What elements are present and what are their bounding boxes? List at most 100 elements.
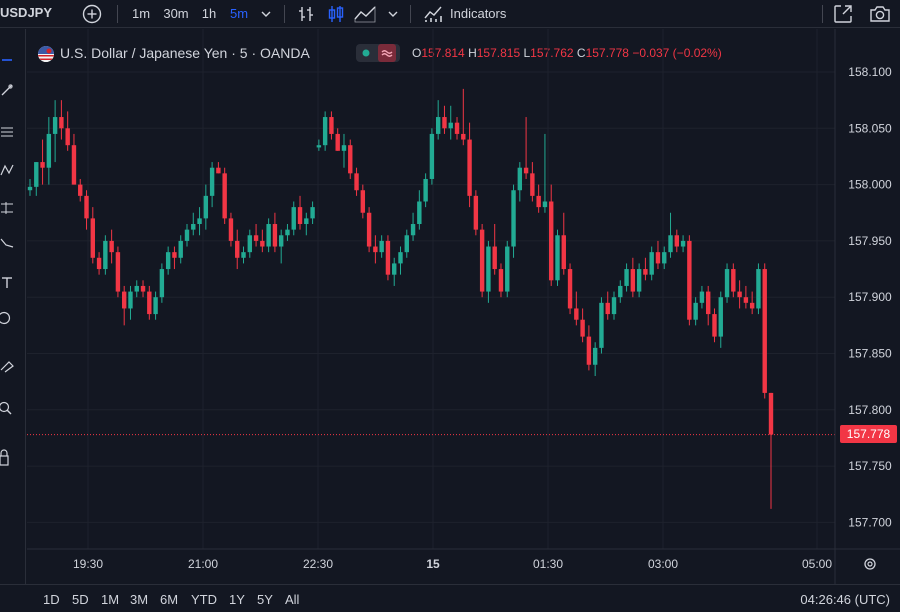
candle-up[interactable]: [668, 235, 673, 253]
candle-down[interactable]: [354, 173, 359, 191]
candle-down[interactable]: [479, 229, 485, 292]
candle-down[interactable]: [492, 246, 497, 270]
range-5d-button[interactable]: 5D: [72, 592, 89, 607]
candle-down[interactable]: [574, 308, 579, 320]
interval-30m-button[interactable]: 30m: [160, 3, 192, 25]
lock-tool-icon[interactable]: [0, 449, 14, 467]
price-axis[interactable]: 158.100 158.050 158.000 157.950 157.900 157.8…: [848, 65, 892, 529]
candle-up[interactable]: [756, 269, 761, 309]
candle-down[interactable]: [530, 173, 535, 196]
fullscreen-icon[interactable]: [832, 3, 854, 25]
chevron-down-icon[interactable]: [387, 8, 399, 20]
candle-down[interactable]: [360, 190, 366, 213]
candle-down[interactable]: [59, 117, 64, 129]
camera-icon[interactable]: [868, 3, 892, 25]
candle-down[interactable]: [580, 319, 585, 337]
range-1d-button[interactable]: 1D: [43, 592, 60, 607]
candle-down[interactable]: [260, 240, 265, 247]
candle-down[interactable]: [768, 392, 774, 435]
candle-down[interactable]: [216, 167, 221, 174]
candle-up[interactable]: [103, 240, 108, 270]
plus-circle-icon[interactable]: [81, 3, 103, 25]
candle-up[interactable]: [134, 285, 139, 292]
candle-up[interactable]: [486, 246, 491, 292]
candle-down[interactable]: [731, 269, 736, 292]
candle-up[interactable]: [379, 240, 384, 253]
candle-down[interactable]: [737, 291, 742, 298]
bar-style-icon[interactable]: [296, 4, 316, 24]
candle-down[interactable]: [461, 133, 466, 140]
symbol-search-button[interactable]: USDJPY: [0, 5, 52, 20]
candle-up[interactable]: [410, 224, 416, 236]
candle-up[interactable]: [718, 297, 723, 337]
candle-down[interactable]: [147, 291, 152, 315]
candle-up[interactable]: [555, 235, 560, 281]
candle-up[interactable]: [435, 117, 441, 134]
candle-up[interactable]: [191, 224, 196, 230]
candle-down[interactable]: [121, 291, 127, 309]
candle-down[interactable]: [454, 122, 460, 134]
candle-down[interactable]: [109, 240, 114, 253]
candle-down[interactable]: [84, 195, 89, 219]
candle-up[interactable]: [592, 347, 598, 365]
emoji-tool-icon[interactable]: [0, 311, 14, 325]
candle-up[interactable]: [505, 246, 510, 292]
candle-down[interactable]: [172, 252, 177, 258]
candle-down[interactable]: [630, 269, 636, 292]
cursor-tool-icon[interactable]: [0, 53, 14, 67]
trend-line-icon[interactable]: [0, 83, 14, 97]
candle-down[interactable]: [749, 302, 755, 309]
candle-up[interactable]: [448, 122, 453, 129]
text-tool-icon[interactable]: [0, 275, 14, 289]
candle-down[interactable]: [442, 117, 447, 129]
candle-up[interactable]: [316, 145, 322, 148]
candle-down[interactable]: [467, 139, 472, 196]
candle-down[interactable]: [272, 224, 278, 247]
candle-up[interactable]: [310, 207, 315, 219]
candle-down[interactable]: [605, 302, 610, 315]
candle-down[interactable]: [366, 212, 372, 247]
candle-up[interactable]: [291, 207, 296, 230]
candle-down[interactable]: [235, 240, 240, 258]
candle-up[interactable]: [304, 218, 309, 225]
candle-up[interactable]: [429, 133, 435, 179]
candle-down[interactable]: [586, 336, 592, 365]
fib-retracement-icon[interactable]: [0, 125, 14, 139]
interval-1h-button[interactable]: 1h: [199, 3, 219, 25]
candle-up[interactable]: [46, 133, 52, 168]
time-axis[interactable]: 19:30 21:00 22:30 15 01:30 03:00 05:00: [73, 557, 832, 571]
candle-up[interactable]: [178, 240, 183, 258]
candle-up[interactable]: [542, 201, 548, 208]
utc-clock[interactable]: 04:26:46 (UTC): [800, 592, 890, 607]
candle-down[interactable]: [674, 235, 680, 247]
range-6m-button[interactable]: 6M: [160, 592, 178, 607]
brush-tool-icon[interactable]: [0, 235, 14, 249]
candle-up[interactable]: [285, 229, 290, 236]
candle-up[interactable]: [159, 269, 165, 298]
candle-down[interactable]: [228, 218, 234, 241]
candle-up[interactable]: [649, 252, 654, 275]
candle-down[interactable]: [90, 218, 95, 258]
gear-icon[interactable]: [864, 558, 876, 570]
candle-up[interactable]: [511, 190, 516, 247]
candle-down[interactable]: [706, 291, 711, 315]
candle-up[interactable]: [423, 178, 428, 202]
candle-down[interactable]: [473, 195, 479, 230]
candle-down[interactable]: [373, 246, 378, 253]
range-1m-button[interactable]: 1M: [101, 592, 119, 607]
candle-up[interactable]: [618, 285, 623, 298]
range-1y-button[interactable]: 1Y: [229, 592, 245, 607]
candle-up[interactable]: [693, 302, 698, 320]
candle-up[interactable]: [197, 218, 202, 225]
candle-up[interactable]: [341, 145, 347, 151]
candle-down[interactable]: [222, 173, 227, 219]
price-chart[interactable]: 158.100 158.050 158.000 157.950 157.900 157.8…: [27, 29, 900, 584]
candle-up[interactable]: [27, 186, 33, 191]
candle-up[interactable]: [699, 291, 705, 303]
candle-up[interactable]: [322, 117, 328, 146]
candle-up[interactable]: [680, 240, 686, 247]
candle-up[interactable]: [398, 252, 403, 264]
candle-up[interactable]: [417, 201, 422, 225]
candle-down[interactable]: [561, 235, 566, 270]
candle-down[interactable]: [498, 269, 504, 292]
